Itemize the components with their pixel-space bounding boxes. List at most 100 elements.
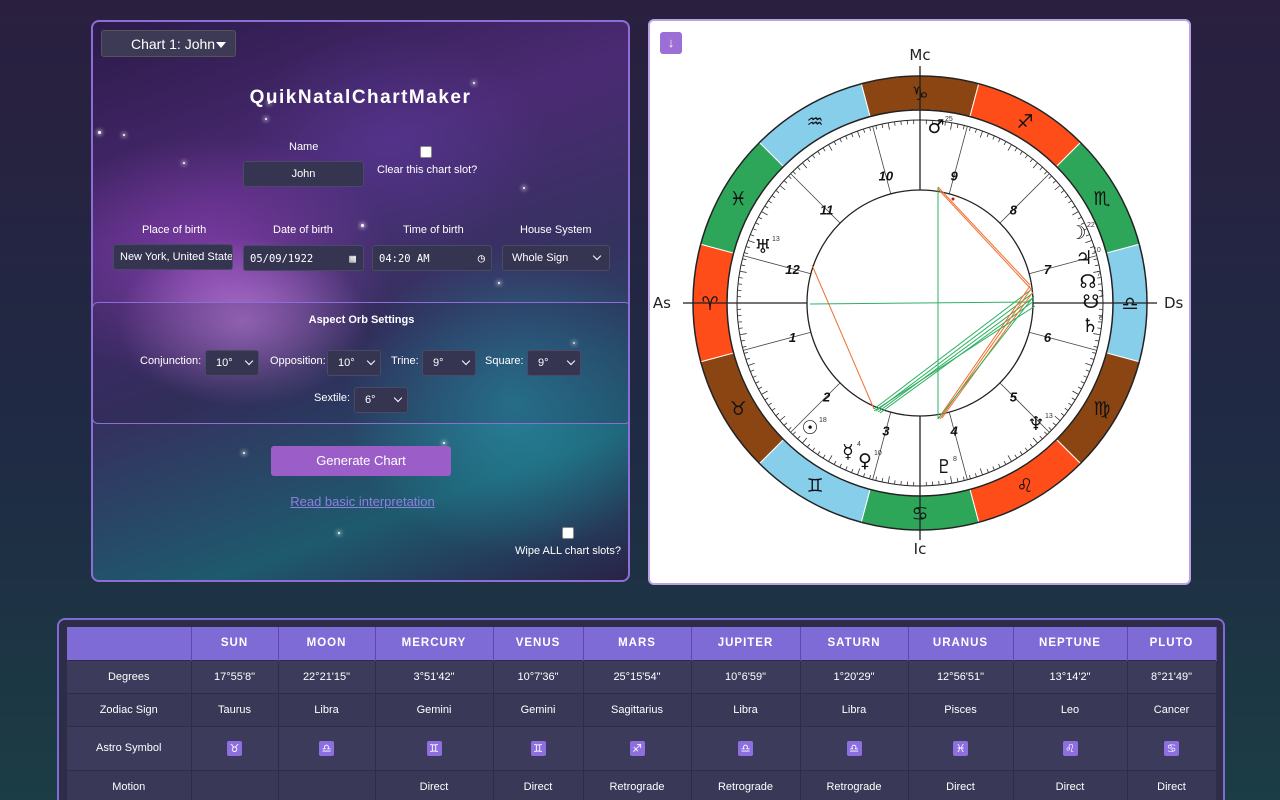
planet-glyph-icon: ♀ [858, 450, 872, 472]
table-cell: Cancer [1127, 692, 1217, 726]
clear-slot-checkbox[interactable] [420, 146, 432, 158]
star-decoration [265, 118, 267, 120]
star-decoration [443, 442, 445, 444]
aspect-orb-settings: Aspect Orb Settings Conjunction: 10° Opp… [93, 302, 628, 424]
star-decoration [338, 532, 340, 534]
house-number: 2 [822, 389, 831, 404]
chevron-down-icon [244, 356, 254, 366]
house-number: 9 [951, 168, 959, 183]
sextile-value: 6° [365, 394, 376, 406]
table-cell: Direct [493, 769, 584, 800]
zodiac-symbol-icon: ♎ [319, 740, 334, 756]
table-cell: Libra [800, 692, 909, 726]
clock-icon[interactable]: ◷ [478, 251, 485, 265]
aspect-point [951, 197, 955, 201]
column-header: URANUS [908, 627, 1014, 660]
generate-chart-button[interactable]: Generate Chart [271, 446, 451, 476]
chevron-down-icon [393, 393, 403, 403]
column-header: SUN [191, 627, 279, 660]
conjunction-select[interactable]: 10° [205, 350, 259, 376]
calendar-icon[interactable]: ▦ [349, 252, 356, 265]
table-cell: ♎ [278, 725, 376, 770]
wipe-all-label: Wipe ALL chart slots? [515, 545, 621, 557]
planet-glyph-icon: ☊ [1080, 271, 1097, 293]
house-number: 7 [1044, 262, 1052, 277]
place-input[interactable]: New York, United States [113, 244, 233, 270]
house-system-value: Whole Sign [512, 252, 569, 264]
column-header: VENUS [493, 627, 584, 660]
zodiac-glyph-icon: ♐ [1016, 111, 1033, 133]
chevron-down-icon [366, 356, 376, 366]
planet-degree-label: 25 [945, 116, 953, 123]
house-system-label: House System [520, 224, 592, 236]
zodiac-glyph-icon: ♉ [730, 398, 747, 420]
angle-label: Ic [914, 540, 927, 558]
row-label: Astro Symbol [67, 725, 192, 770]
planet-glyph-icon: ♂ [927, 116, 944, 138]
date-input[interactable]: 05/09/1922 ▦ [243, 245, 364, 271]
time-label: Time of birth [403, 224, 464, 236]
name-input[interactable]: John [243, 161, 364, 187]
degree-tick [738, 327, 743, 329]
square-select[interactable]: 9° [527, 350, 581, 376]
column-header: MARS [583, 627, 692, 660]
table-cell: Retrograde [800, 769, 909, 800]
planet-degree-label: 7 [1097, 271, 1101, 278]
natal-chart-panel: ↓ ♑ ♐ ♏ ♎ ♍ ♌ ♋ ♊ ♉ ♈ ♓ ♒ 9 8 7 6 5 4 3 2 1 12 11 10 Mc Ic As Ds ♂ 25… [648, 19, 1191, 585]
table-cell: 10°6'59" [691, 659, 801, 693]
house-number: 10 [879, 168, 894, 183]
angle-label: As [653, 294, 671, 312]
opposition-select[interactable]: 10° [327, 350, 381, 376]
chevron-down-icon [461, 356, 471, 366]
planet-degree-label: 18 [819, 417, 827, 424]
house-number: 8 [1010, 203, 1018, 218]
clear-slot-label: Clear this chart slot? [377, 164, 478, 176]
table-cell [278, 769, 376, 800]
table-cell: ♎ [800, 725, 909, 770]
sextile-select[interactable]: 6° [354, 387, 408, 413]
table-cell: Gemini [493, 692, 584, 726]
table-cell: 17°55'8" [191, 659, 279, 693]
planet-degree-label: 13 [1045, 413, 1053, 420]
angle-label: Ds [1164, 294, 1184, 312]
planet-degree-label: 8 [953, 456, 957, 463]
table-cell: Libra [691, 692, 801, 726]
table-cell: ♊ [493, 725, 584, 770]
opposition-value: 10° [338, 357, 355, 369]
caret-down-icon [216, 42, 226, 48]
zodiac-symbol-icon: ♐ [629, 740, 645, 756]
table-cell [191, 769, 279, 800]
house-number: 4 [950, 424, 959, 439]
table-cell: ♊ [375, 725, 494, 770]
zodiac-symbol-icon: ♉ [227, 740, 242, 756]
star-decoration [98, 131, 101, 134]
table-cell: 8°21'49" [1127, 659, 1217, 693]
star-decoration [361, 224, 364, 227]
house-system-select[interactable]: Whole Sign [502, 245, 610, 271]
read-interpretation-link[interactable]: Read basic interpretation [93, 494, 628, 509]
time-input[interactable]: 04:20 AM ◷ [372, 245, 492, 271]
house-number: 6 [1044, 330, 1052, 345]
square-label: Square: [485, 355, 524, 367]
table-cell: 25°15'54" [583, 659, 692, 693]
table-cell: Taurus [191, 692, 279, 726]
conjunction-label: Conjunction: [140, 355, 202, 367]
table-cell: Direct [1127, 769, 1217, 800]
trine-select[interactable]: 9° [422, 350, 476, 376]
table-header-corner [67, 627, 192, 660]
table-row: Degrees 17°55'8" 22°21'15" 3°51'42" 10°7'36"… [67, 659, 1217, 693]
star-decoration [473, 82, 475, 84]
table-cell: 10°7'36" [493, 659, 584, 693]
zodiac-symbol-icon: ♎ [846, 740, 862, 756]
chart-slot-select[interactable]: Chart 1: John [101, 30, 236, 57]
zodiac-glyph-icon: ♏ [1093, 188, 1110, 210]
degree-tick [894, 121, 896, 126]
natal-chart-wheel: ♑♐♏♎♍♌♋♊♉♈♓♒987654321121110McIcAs Ds♂ 25☽ 2… [653, 46, 1184, 558]
planet-glyph-icon: ☿ [842, 441, 854, 463]
degree-tick [738, 277, 743, 279]
row-label: Zodiac Sign [67, 692, 192, 726]
wipe-all-checkbox[interactable] [562, 527, 574, 539]
zodiac-symbol-icon: ♊ [530, 740, 546, 756]
place-label: Place of birth [142, 224, 207, 236]
row-label: Degrees [67, 659, 192, 693]
